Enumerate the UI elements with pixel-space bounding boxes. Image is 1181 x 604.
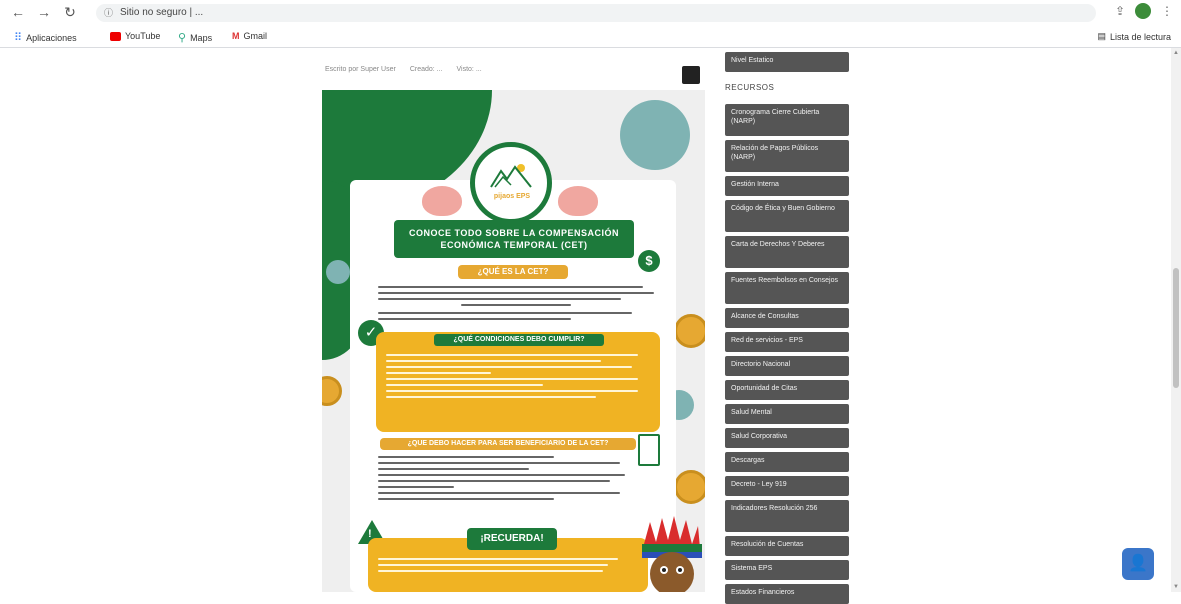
- sidebar-item[interactable]: Relación de Pagos Públicos (NARP): [725, 140, 849, 172]
- reload-icon[interactable]: ↻: [62, 4, 78, 20]
- bookmarks-bar: ⠿ Aplicaciones YouTube ⚲ Maps M Gmail ▤ …: [0, 28, 1181, 48]
- bookmark-maps[interactable]: ⚲ Maps: [178, 31, 212, 44]
- profile-avatar[interactable]: [1135, 3, 1151, 19]
- bookmark-youtube[interactable]: YouTube: [110, 31, 160, 41]
- scrollbar-thumb[interactable]: [1173, 268, 1179, 388]
- sidebar-item[interactable]: Salud Corporativa: [725, 428, 849, 448]
- sidebar: Nivel Estatico RECURSOS Cronograma Cierr…: [720, 48, 850, 604]
- menu-icon[interactable]: ⋮: [1161, 4, 1173, 18]
- bookmark-label: Gmail: [243, 31, 268, 41]
- page-content: Escrito por Super User Creado: ... Visto…: [0, 48, 1181, 604]
- virus-icon: [326, 260, 350, 284]
- post-meta: Escrito por Super User Creado: ... Visto…: [325, 66, 482, 73]
- address-row: ← → ↻ ⓘ Sitio no seguro | ... ⇪ ⋮: [0, 0, 1181, 26]
- eps-logo: pijaos EPS: [470, 142, 552, 224]
- infographic-banner: CONOCE TODO SOBRE LA COMPENSACIÓN ECONÓM…: [394, 220, 634, 258]
- sidebar-item[interactable]: Carta de Derechos Y Deberes: [725, 236, 849, 268]
- sidebar-item[interactable]: Alcance de Consultas: [725, 308, 849, 328]
- youtube-icon: [110, 31, 121, 41]
- question-what-is-cet: ¿QUÉ ES LA CET?: [458, 265, 568, 279]
- cet-description: [378, 286, 654, 324]
- sidebar-item[interactable]: Salud Mental: [725, 404, 849, 424]
- scroll-up-icon[interactable]: ▲: [1171, 50, 1181, 56]
- sidebar-item[interactable]: Código de Ética y Buen Gobierno: [725, 200, 849, 232]
- share-icon[interactable]: ⇪: [1115, 4, 1125, 18]
- logo-text: pijaos EPS: [493, 193, 531, 200]
- sidebar-item[interactable]: Gestión Interna: [725, 176, 849, 196]
- piggy-bank-icon: [558, 186, 598, 216]
- virus-icon: [620, 100, 690, 170]
- sidebar-item[interactable]: Red de servicios - EPS: [725, 332, 849, 352]
- sidebar-item-top[interactable]: Nivel Estatico: [725, 52, 849, 72]
- sidebar-item[interactable]: Estados Financieros: [725, 584, 849, 604]
- toolbar-right: ⇪ ⋮: [1115, 3, 1173, 19]
- sidebar-item[interactable]: Fuentes Reembolsos en Consejos: [725, 272, 849, 304]
- sidebar-item[interactable]: Oportunidad de Citas: [725, 380, 849, 400]
- remember-text: [378, 558, 628, 576]
- bookmark-label: Aplicaciones: [26, 32, 77, 43]
- reading-list-icon: ▤: [1097, 31, 1106, 41]
- sidebar-item[interactable]: Cronograma Cierre Cubierta (NARP): [725, 104, 849, 136]
- coin-icon: [674, 314, 705, 348]
- bookmark-apps[interactable]: ⠿ Aplicaciones: [14, 31, 77, 44]
- reading-list-label: Lista de lectura: [1109, 31, 1171, 42]
- sidebar-item[interactable]: Decreto - Ley 919: [725, 476, 849, 496]
- mountains-icon: [490, 164, 532, 188]
- print-icon[interactable]: [682, 66, 700, 84]
- conditions-box: ¿QUÉ CONDICIONES DEBO CUMPLIR?: [376, 332, 660, 432]
- conditions-list: [386, 354, 648, 402]
- bookmark-label: YouTube: [125, 31, 161, 41]
- scroll-down-icon[interactable]: ▼: [1171, 584, 1181, 590]
- map-pin-icon: ⚲: [178, 32, 187, 44]
- sidebar-item[interactable]: Sistema EPS: [725, 560, 849, 580]
- browser-chrome: ← → ↻ ⓘ Sitio no seguro | ... ⇪ ⋮ ⠿ Apli…: [0, 0, 1181, 48]
- sidebar-item[interactable]: Resolución de Cuentas: [725, 536, 849, 556]
- resources-heading: RECURSOS: [725, 83, 775, 92]
- gmail-icon: M: [232, 31, 240, 41]
- apps-grid-icon: ⠿: [14, 32, 23, 44]
- forward-icon[interactable]: →: [36, 4, 52, 20]
- bookmark-gmail[interactable]: M Gmail: [232, 31, 267, 41]
- piggy-bank-icon: [422, 186, 462, 216]
- post-title: [325, 48, 695, 58]
- coin-icon: [322, 376, 342, 406]
- bookmark-label: Maps: [190, 32, 213, 43]
- address-bar[interactable]: ⓘ Sitio no seguro | ...: [96, 4, 1096, 22]
- back-icon[interactable]: ←: [10, 4, 26, 20]
- insecure-icon: ⓘ: [104, 8, 114, 18]
- reading-list[interactable]: ▤ Lista de lectura: [1097, 31, 1171, 42]
- sidebar-item[interactable]: Descargas: [725, 452, 849, 472]
- post-date: Creado: ...: [409, 66, 443, 73]
- scrollbar[interactable]: ▲ ▼: [1171, 48, 1181, 592]
- apply-steps: [378, 456, 630, 504]
- post-hits: Visto: ...: [456, 66, 482, 73]
- question-how-to-apply: ¿QUE DEBO HACER PARA SER BENEFICIARIO DE…: [380, 438, 636, 450]
- cet-infographic: pijaos EPS CONOCE TODO SOBRE LA COMPENSA…: [322, 90, 705, 592]
- user-icon[interactable]: 👤: [1122, 548, 1154, 580]
- indigenous-child-illustration: [642, 516, 702, 592]
- remember-title: ¡RECUERDA!: [467, 528, 557, 550]
- sidebar-item[interactable]: Directorio Nacional: [725, 356, 849, 376]
- post-author: Escrito por Super User: [325, 66, 396, 73]
- sidebar-item[interactable]: Indicadores Resolución 256: [725, 500, 849, 532]
- dollar-icon: $: [638, 250, 660, 272]
- coin-icon: [674, 470, 705, 504]
- question-conditions: ¿QUÉ CONDICIONES DEBO CUMPLIR?: [434, 334, 604, 346]
- clipboard-icon: [638, 434, 660, 466]
- url-text: Sitio no seguro | ...: [120, 7, 204, 18]
